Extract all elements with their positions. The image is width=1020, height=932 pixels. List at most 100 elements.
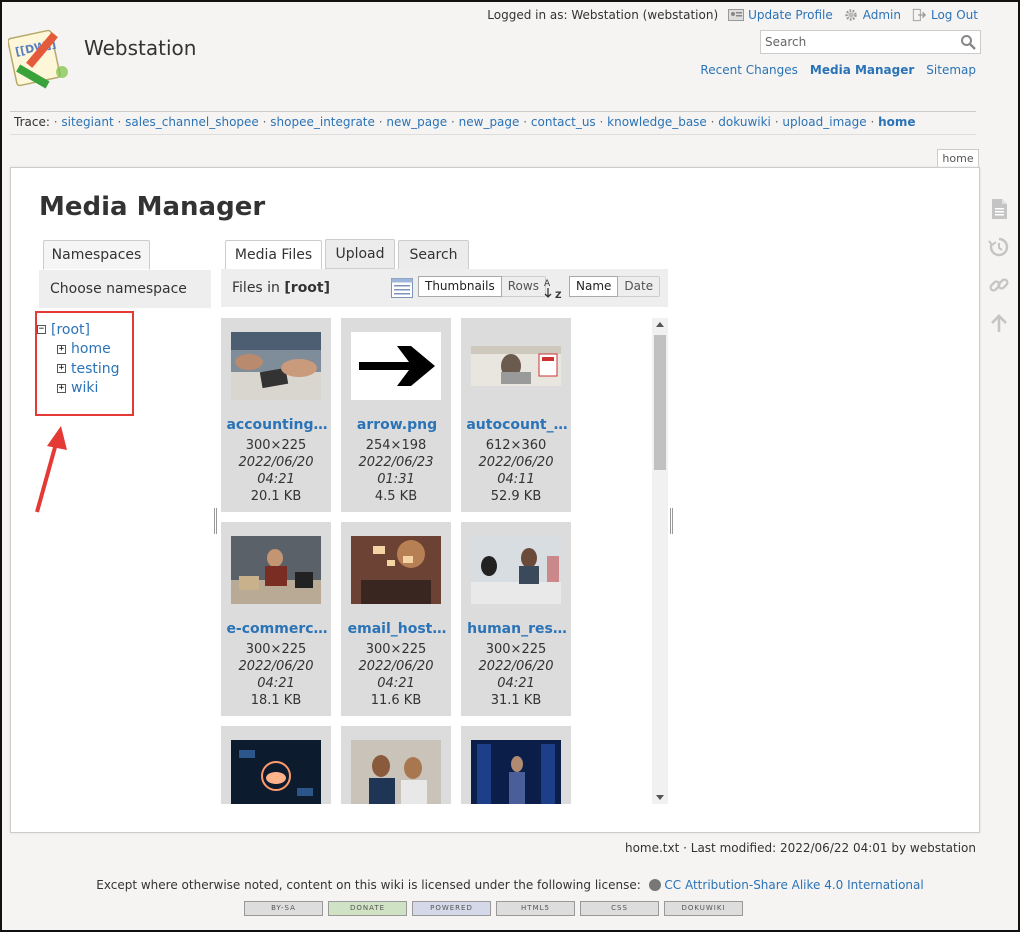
trace-item[interactable]: knowledge_base — [607, 115, 707, 129]
media-filename[interactable]: accounting… — [226, 417, 328, 433]
media-item[interactable]: accounting… 300×225 2022/06/20 04:21 20.… — [221, 318, 331, 512]
license-link[interactable]: CC Attribution-Share Alike 4.0 Internati… — [664, 878, 923, 892]
logged-in-text: Logged in as: Webstation (webstation) — [487, 8, 719, 22]
badge-donate[interactable]: DONATE — [328, 901, 407, 916]
document-info: home.txt · Last modified: 2022/06/22 04:… — [624, 841, 976, 855]
media-filesize: 20.1 KB — [250, 489, 302, 504]
media-date: 2022/06/20 — [238, 659, 314, 674]
media-item[interactable] — [461, 726, 571, 804]
media-date: 2022/06/23 — [358, 455, 434, 470]
admin-label[interactable]: Admin — [863, 8, 901, 22]
trace-item[interactable]: contact_us — [531, 115, 596, 129]
trace-item[interactable]: sales_channel_shopee — [125, 115, 259, 129]
logout-link[interactable]: Log Out — [911, 8, 978, 22]
scroll-down-icon[interactable] — [656, 795, 664, 800]
logout-label[interactable]: Log Out — [931, 8, 978, 22]
media-filesize: 11.6 KB — [370, 693, 422, 708]
media-filesize: 18.1 KB — [250, 693, 302, 708]
media-item[interactable]: email_host… 300×225 2022/06/20 04:21 11.… — [341, 522, 451, 716]
tab-namespaces[interactable]: Namespaces — [43, 240, 150, 270]
show-page-icon[interactable] — [988, 198, 1010, 220]
media-thumbnail-accounting[interactable] — [231, 332, 321, 400]
media-thumbnail-datacenter[interactable] — [471, 740, 561, 804]
admin-link[interactable]: Admin — [843, 8, 901, 22]
media-thumbnail-arrow[interactable] — [351, 332, 441, 400]
user-bar: Logged in as: Webstation (webstation) Up… — [487, 8, 978, 22]
annotation-highlight-box — [35, 311, 134, 416]
page-id-tab[interactable]: home — [937, 149, 979, 167]
gear-icon — [845, 9, 857, 21]
back-to-top-icon[interactable] — [988, 312, 1010, 334]
page-title: Media Manager — [39, 192, 266, 222]
trace-item[interactable]: dokuwiki — [718, 115, 771, 129]
sort-az-icon: A Z — [544, 279, 562, 300]
tab-search[interactable]: Search — [398, 240, 469, 270]
trace-item[interactable]: upload_image — [782, 115, 866, 129]
trace-item-current[interactable]: home — [878, 115, 915, 129]
trace-label: Trace: — [14, 115, 50, 129]
trace-item[interactable]: shopee_integrate — [270, 115, 375, 129]
search-icon[interactable] — [960, 34, 976, 50]
search-input[interactable] — [761, 31, 951, 53]
sort-name-option[interactable]: Name — [569, 276, 619, 297]
media-time: 04:21 — [257, 676, 295, 691]
media-thumbnail-ecommerce[interactable] — [231, 536, 321, 604]
media-time: 04:21 — [257, 472, 295, 487]
recent-changes-link[interactable]: Recent Changes — [700, 63, 797, 77]
tab-media-files[interactable]: Media Files — [225, 240, 322, 270]
trace-item[interactable]: sitegiant — [61, 115, 113, 129]
update-profile-label[interactable]: Update Profile — [748, 8, 833, 22]
media-filename[interactable]: human_res… — [466, 621, 568, 637]
panel-resize-handle[interactable] — [214, 508, 217, 534]
panel-resize-handle[interactable] — [670, 508, 673, 534]
thumbnails-option[interactable]: Thumbnails — [418, 276, 502, 297]
scrollbar-thumb[interactable] — [654, 335, 666, 470]
media-filename[interactable]: autocount_… — [466, 417, 568, 433]
scroll-up-icon[interactable] — [656, 322, 664, 327]
media-thumbnail-human-resources[interactable] — [471, 536, 561, 604]
update-profile-link[interactable]: Update Profile — [728, 8, 833, 22]
old-revisions-icon[interactable] — [988, 236, 1010, 258]
badge-dokuwiki[interactable]: DOKUWIKI — [664, 901, 743, 916]
media-date: 2022/06/20 — [238, 455, 314, 470]
media-thumbnail-autocount[interactable] — [471, 332, 561, 400]
media-item[interactable] — [221, 726, 331, 804]
media-item[interactable]: arrow.png 254×198 2022/06/23 01:31 4.5 K… — [341, 318, 451, 512]
backlinks-icon[interactable] — [988, 274, 1010, 296]
badge-cc-by-sa[interactable]: BY-SA — [244, 901, 323, 916]
media-date: 2022/06/20 — [478, 455, 554, 470]
view-mode-toggle: Thumbnails Rows — [418, 276, 546, 297]
media-item[interactable]: autocount_… 612×360 2022/06/20 04:11 52.… — [461, 318, 571, 512]
media-time: 04:21 — [377, 676, 415, 691]
badge-w3c-html5[interactable]: HTML5 — [496, 901, 575, 916]
media-filename[interactable]: e-commerc… — [226, 621, 328, 637]
search-box — [760, 30, 981, 54]
logout-icon — [912, 8, 927, 22]
divider — [10, 111, 976, 112]
rows-option[interactable]: Rows — [501, 277, 545, 296]
media-filename[interactable]: arrow.png — [346, 417, 448, 433]
dokuwiki-logo[interactable]: [[DW]] — [8, 24, 78, 94]
badge-w3c-css[interactable]: CSS — [580, 901, 659, 916]
files-in-text: Files in — [232, 280, 280, 296]
media-item[interactable]: e-commerc… 300×225 2022/06/20 04:21 18.1… — [221, 522, 331, 716]
annotation-arrow-icon — [35, 426, 67, 513]
trace-item[interactable]: new_page — [386, 115, 447, 129]
svg-text:Z: Z — [555, 291, 562, 300]
thumbnail-scrollbar[interactable] — [652, 318, 668, 804]
sitemap-link[interactable]: Sitemap — [926, 63, 976, 77]
media-thumbnail-cloud[interactable] — [231, 740, 321, 804]
media-thumbnail-email[interactable] — [351, 536, 441, 604]
media-item[interactable]: human_res… 300×225 2022/06/20 04:21 31.1… — [461, 522, 571, 716]
media-manager-link[interactable]: Media Manager — [810, 63, 914, 77]
media-item[interactable] — [341, 726, 451, 804]
sort-date-option[interactable]: Date — [618, 277, 660, 296]
media-thumbnail-team[interactable] — [351, 740, 441, 804]
media-filename[interactable]: email_host… — [346, 621, 448, 637]
tab-upload[interactable]: Upload — [325, 239, 395, 269]
footer-badges: BY-SA DONATE POWERED HTML5 CSS DOKUWIKI — [244, 901, 743, 916]
media-time: 04:11 — [497, 472, 535, 487]
trace-item[interactable]: new_page — [459, 115, 520, 129]
site-title[interactable]: Webstation — [84, 36, 196, 60]
badge-php-powered[interactable]: POWERED — [412, 901, 491, 916]
